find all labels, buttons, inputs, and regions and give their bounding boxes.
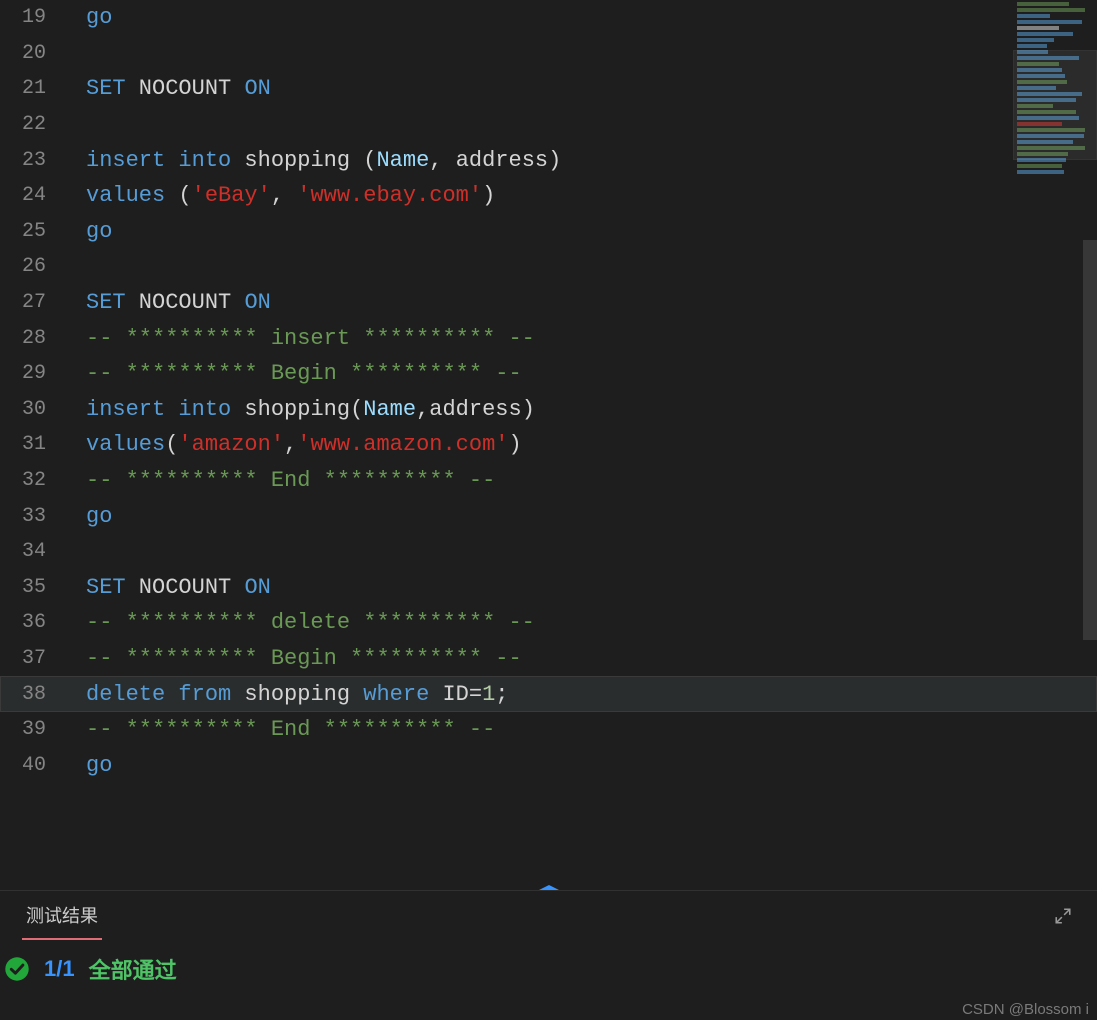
code-line[interactable]: 28-- ********** insert ********** -- xyxy=(0,320,1097,356)
line-content[interactable]: go xyxy=(72,219,112,244)
line-content[interactable]: go xyxy=(72,504,112,529)
line-number: 31 xyxy=(0,433,72,456)
minimap-row xyxy=(1017,44,1047,48)
test-result-text: 全部通过 xyxy=(89,953,177,985)
line-number: 32 xyxy=(0,469,72,492)
sash-grip-icon xyxy=(534,884,564,886)
minimap-row xyxy=(1017,8,1085,12)
code-line[interactable]: 38delete from shopping where ID=1; xyxy=(0,676,1097,712)
code-line[interactable]: 36-- ********** delete ********** -- xyxy=(0,605,1097,641)
tab-test-results[interactable]: 测试结果 xyxy=(22,892,102,940)
code-line[interactable]: 24values ('eBay', 'www.ebay.com') xyxy=(0,178,1097,214)
line-content[interactable]: -- ********** Begin ********** -- xyxy=(72,361,522,386)
line-number: 35 xyxy=(0,576,72,599)
code-line[interactable]: 29-- ********** Begin ********** -- xyxy=(0,356,1097,392)
vertical-scrollbar-thumb[interactable] xyxy=(1083,240,1097,640)
test-pass-count: 1/1 xyxy=(44,956,75,982)
line-number: 24 xyxy=(0,184,72,207)
minimap-row xyxy=(1017,170,1064,174)
minimap-row xyxy=(1017,32,1073,36)
line-number: 21 xyxy=(0,77,72,100)
code-line[interactable]: 27SET NOCOUNT ON xyxy=(0,285,1097,321)
line-content[interactable]: insert into shopping (Name, address) xyxy=(72,148,561,173)
line-number: 20 xyxy=(0,42,72,65)
line-number: 38 xyxy=(0,683,72,706)
minimap-row xyxy=(1017,2,1069,6)
check-circle-icon xyxy=(4,956,30,982)
line-content[interactable]: -- ********** End ********** -- xyxy=(72,717,495,742)
line-content[interactable]: go xyxy=(72,753,112,778)
line-content[interactable]: -- ********** End ********** -- xyxy=(72,468,495,493)
panel-actions xyxy=(1051,904,1075,928)
code-line[interactable]: 31values('amazon','www.amazon.com') xyxy=(0,427,1097,463)
line-number: 28 xyxy=(0,327,72,350)
code-line[interactable]: 20 xyxy=(0,36,1097,72)
code-line[interactable]: 21SET NOCOUNT ON xyxy=(0,71,1097,107)
minimap-row xyxy=(1017,164,1062,168)
code-line[interactable]: 25go xyxy=(0,214,1097,250)
code-line[interactable]: 34 xyxy=(0,534,1097,570)
line-number: 25 xyxy=(0,220,72,243)
code-editor[interactable]: 19go2021SET NOCOUNT ON2223insert into sh… xyxy=(0,0,1097,890)
bottom-panel: 测试结果 1/1 全部通过 xyxy=(0,890,1097,1000)
line-number: 29 xyxy=(0,362,72,385)
line-content[interactable]: SET NOCOUNT ON xyxy=(72,76,271,101)
line-number: 33 xyxy=(0,505,72,528)
line-number: 27 xyxy=(0,291,72,314)
line-content[interactable]: insert into shopping(Name,address) xyxy=(72,397,535,422)
minimap-row xyxy=(1017,26,1059,30)
vertical-scrollbar-track[interactable] xyxy=(1083,0,1097,890)
line-content[interactable]: -- ********** insert ********** -- xyxy=(72,326,535,351)
code-line[interactable]: 35SET NOCOUNT ON xyxy=(0,570,1097,606)
code-line[interactable]: 39-- ********** End ********** -- xyxy=(0,712,1097,748)
line-content[interactable]: -- ********** delete ********** -- xyxy=(72,610,535,635)
code-line[interactable]: 37-- ********** Begin ********** -- xyxy=(0,641,1097,677)
code-line[interactable]: 22 xyxy=(0,107,1097,143)
line-content[interactable]: SET NOCOUNT ON xyxy=(72,575,271,600)
line-number: 22 xyxy=(0,113,72,136)
line-content[interactable]: go xyxy=(72,5,112,30)
code-line[interactable]: 19go xyxy=(0,0,1097,36)
code-line[interactable]: 26 xyxy=(0,249,1097,285)
line-content[interactable]: values('amazon','www.amazon.com') xyxy=(72,432,522,457)
minimap-row xyxy=(1017,38,1054,42)
line-number: 36 xyxy=(0,611,72,634)
code-line[interactable]: 30insert into shopping(Name,address) xyxy=(0,392,1097,428)
code-line[interactable]: 23insert into shopping (Name, address) xyxy=(0,142,1097,178)
line-content[interactable]: values ('eBay', 'www.ebay.com') xyxy=(72,183,495,208)
code-line[interactable]: 40go xyxy=(0,747,1097,783)
watermark-text: CSDN @Blossom i xyxy=(962,1001,1089,1018)
line-content[interactable]: delete from shopping where ID=1; xyxy=(72,682,509,707)
minimap-row xyxy=(1017,14,1050,18)
line-number: 37 xyxy=(0,647,72,670)
code-line[interactable]: 32-- ********** End ********** -- xyxy=(0,463,1097,499)
line-number: 19 xyxy=(0,6,72,29)
line-number: 26 xyxy=(0,255,72,278)
minimap-row xyxy=(1017,20,1082,24)
panel-tab-bar: 测试结果 xyxy=(0,891,1097,941)
editor-area: 19go2021SET NOCOUNT ON2223insert into sh… xyxy=(0,0,1097,890)
maximize-panel-icon[interactable] xyxy=(1051,904,1075,928)
line-number: 34 xyxy=(0,540,72,563)
panel-content: 1/1 全部通过 xyxy=(0,941,1097,997)
line-content[interactable]: -- ********** Begin ********** -- xyxy=(72,646,522,671)
line-number: 30 xyxy=(0,398,72,421)
line-number: 39 xyxy=(0,718,72,741)
line-number: 40 xyxy=(0,754,72,777)
line-number: 23 xyxy=(0,149,72,172)
code-line[interactable]: 33go xyxy=(0,498,1097,534)
line-content[interactable]: SET NOCOUNT ON xyxy=(72,290,271,315)
